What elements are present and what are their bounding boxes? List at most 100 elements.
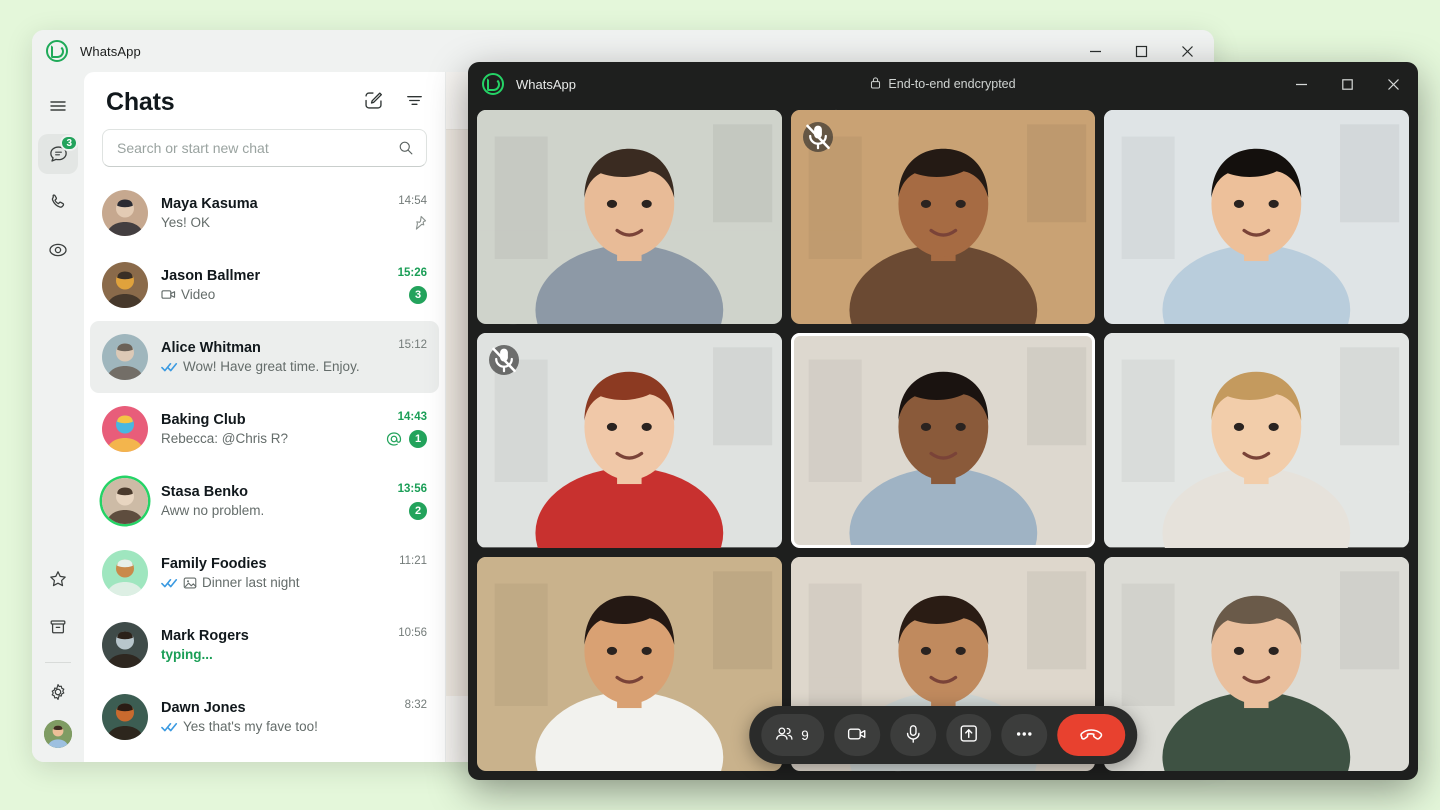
end-call-button[interactable] — [1056, 714, 1125, 756]
pin-icon — [412, 215, 427, 230]
search-input[interactable] — [117, 140, 398, 156]
call-control-bar: 9 — [749, 706, 1137, 764]
chat-item-preview: Wow! Have great time. Enjoy. — [161, 359, 376, 374]
profile-avatar[interactable] — [44, 720, 72, 748]
chat-item-meta: 10:56 — [389, 627, 427, 664]
participant-video — [790, 110, 1096, 325]
filter-icon[interactable] — [404, 90, 425, 116]
avatar — [102, 190, 148, 236]
call-maximize-button[interactable] — [1324, 62, 1370, 106]
chat-item-text: Stasa Benko Aww no problem. — [161, 484, 376, 518]
rail-divider — [45, 662, 71, 663]
navigation-rail: 3 — [32, 72, 84, 762]
chat-item-preview-text: Dinner last night — [202, 575, 300, 590]
search-area — [84, 123, 445, 175]
chat-item-preview: Yes! OK — [161, 215, 376, 230]
chat-item-indicators — [412, 214, 427, 232]
end-call-icon — [1078, 721, 1104, 750]
video-tile[interactable] — [477, 333, 782, 548]
chat-list-item[interactable]: Maya Kasuma Yes! OK 14:54 — [90, 177, 439, 249]
main-window-title: WhatsApp — [80, 43, 141, 59]
call-window: WhatsApp End-to-end endcrypted 9 — [468, 62, 1418, 780]
participant-video — [1104, 110, 1409, 325]
participant-video — [477, 333, 782, 548]
chats-header: Chats — [84, 72, 445, 123]
chat-item-text: Baking Club Rebecca: @Chris R? — [161, 412, 373, 446]
participant-video — [1104, 333, 1409, 548]
archive-icon[interactable] — [38, 607, 78, 647]
chat-item-time: 15:12 — [398, 338, 427, 351]
sidebar-item-chats[interactable]: 3 — [38, 134, 78, 174]
toggle-camera-button[interactable] — [833, 714, 880, 756]
video-camera-icon — [846, 723, 868, 748]
chat-item-text: Jason Ballmer Video — [161, 268, 376, 302]
new-chat-pencil-icon[interactable] — [363, 90, 384, 116]
chat-list-item[interactable]: Jason Ballmer Video 15:26 3 — [90, 249, 439, 321]
participants-count: 9 — [801, 727, 809, 743]
people-icon — [774, 724, 794, 747]
chat-item-preview: Aww no problem. — [161, 503, 376, 518]
chat-item-indicators: 3 — [409, 285, 427, 304]
muted-microphone-icon — [489, 345, 519, 376]
chat-list-item[interactable]: Dawn Jones Yes that's my fave too! 8:32 — [90, 681, 439, 753]
chat-list-item[interactable]: Alice Whitman Wow! Have great time. Enjoy… — [90, 321, 439, 393]
video-tile[interactable] — [477, 556, 782, 771]
whatsapp-logo-icon — [46, 40, 68, 62]
photo-icon — [183, 576, 197, 590]
chat-item-meta: 15:12 — [389, 339, 427, 376]
call-minimize-button[interactable] — [1278, 62, 1324, 106]
avatar — [102, 622, 148, 668]
video-tile[interactable] — [1104, 333, 1409, 548]
video-tile[interactable] — [1104, 556, 1409, 771]
video-tile-grid — [468, 106, 1418, 780]
chat-item-name: Stasa Benko — [161, 484, 249, 500]
chat-item-preview-text: Video — [181, 287, 216, 302]
more-dots-icon — [1013, 723, 1035, 748]
desktop-root: WhatsApp 3 Chats Search or start new cha… — [0, 0, 1440, 810]
star-icon[interactable] — [38, 559, 78, 599]
encryption-label: End-to-end endcrypted — [888, 77, 1016, 91]
video-tile[interactable] — [790, 333, 1096, 548]
chat-item-time: 11:21 — [399, 554, 427, 567]
call-close-button[interactable] — [1370, 62, 1416, 106]
search-box[interactable] — [102, 129, 427, 167]
avatar — [102, 478, 148, 524]
hamburger-menu-icon[interactable] — [38, 86, 78, 126]
lock-icon — [870, 76, 881, 92]
whatsapp-logo-icon — [482, 73, 504, 95]
chat-list-item[interactable]: Baking Club Rebecca: @Chris R? 14:43 1 — [90, 393, 439, 465]
chat-item-preview: Dinner last night — [161, 575, 376, 590]
toggle-microphone-button[interactable] — [889, 714, 936, 756]
participants-button[interactable]: 9 — [761, 714, 824, 756]
more-options-button[interactable] — [1000, 714, 1047, 756]
chat-list-item[interactable]: Stasa Benko Aww no problem. 13:56 2 — [90, 465, 439, 537]
video-tile[interactable] — [790, 110, 1096, 325]
search-icon — [398, 140, 414, 156]
chat-item-name: Baking Club — [161, 412, 246, 428]
chat-list-item[interactable]: Mark Rogers typing... 10:56 — [90, 609, 439, 681]
chat-item-text: Family Foodies Dinner last night — [161, 556, 376, 590]
chat-item-time: 14:43 — [397, 410, 427, 423]
sidebar-item-calls[interactable] — [38, 182, 78, 222]
call-window-titlebar: WhatsApp End-to-end endcrypted — [468, 62, 1418, 106]
share-screen-icon — [958, 723, 979, 747]
video-tile[interactable] — [477, 110, 782, 325]
sidebar-item-status[interactable] — [38, 230, 78, 270]
settings-gear-icon[interactable] — [38, 672, 78, 712]
chat-item-meta: 8:32 — [389, 699, 427, 736]
avatar — [102, 550, 148, 596]
unread-count-badge: 1 — [409, 429, 427, 448]
chat-item-name: Alice Whitman — [161, 340, 261, 356]
chats-unread-badge: 3 — [60, 135, 78, 151]
chat-item-time: 14:54 — [398, 194, 427, 207]
chat-item-preview: typing... — [161, 647, 376, 662]
chat-item-preview-text: Yes! OK — [161, 215, 211, 230]
chat-item-meta: 14:43 1 — [386, 411, 427, 448]
participant-video — [790, 333, 1096, 548]
call-window-app-name: WhatsApp — [516, 76, 576, 92]
video-tile[interactable] — [1104, 110, 1409, 325]
chat-item-preview-text: Wow! Have great time. Enjoy. — [183, 359, 360, 374]
page-title: Chats — [106, 88, 175, 116]
share-screen-button[interactable] — [945, 714, 991, 756]
chat-list-item[interactable]: Family Foodies Dinner last night 11:21 — [90, 537, 439, 609]
